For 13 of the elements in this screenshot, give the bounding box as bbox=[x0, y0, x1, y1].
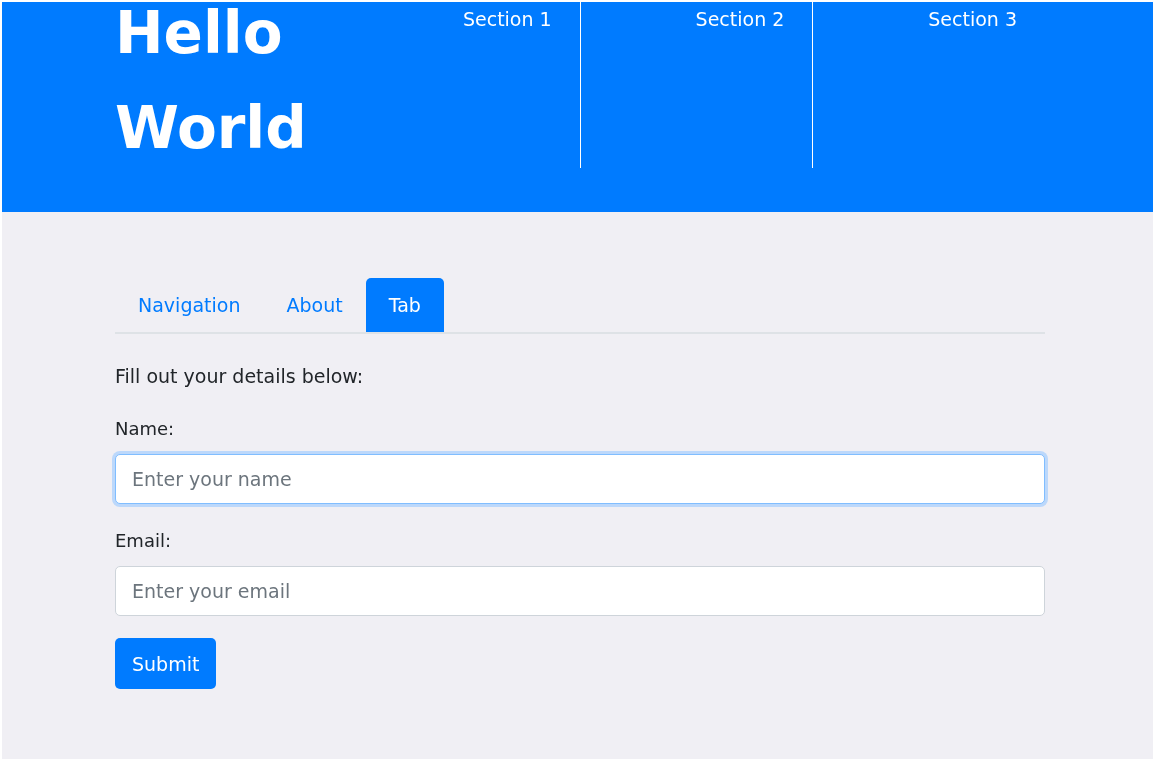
submit-button[interactable]: Submit bbox=[115, 638, 217, 689]
tab[interactable]: Tab bbox=[365, 278, 444, 332]
section-heading: Section 2 bbox=[695, 8, 785, 30]
section-heading: Section 1 bbox=[462, 8, 552, 30]
field-label: Email: bbox=[115, 530, 171, 551]
input-field[interactable]: Enter your email bbox=[115, 566, 1045, 616]
intro-text: Fill out your details below: bbox=[115, 364, 365, 389]
section-heading: Section 3 bbox=[928, 8, 1017, 30]
tab[interactable]: Navigation bbox=[115, 278, 264, 332]
tab[interactable]: About bbox=[263, 278, 366, 332]
field-label: Name: bbox=[115, 418, 175, 439]
site-title: Hello World bbox=[115, 2, 308, 164]
input-field[interactable]: Enter your name bbox=[115, 454, 1045, 504]
